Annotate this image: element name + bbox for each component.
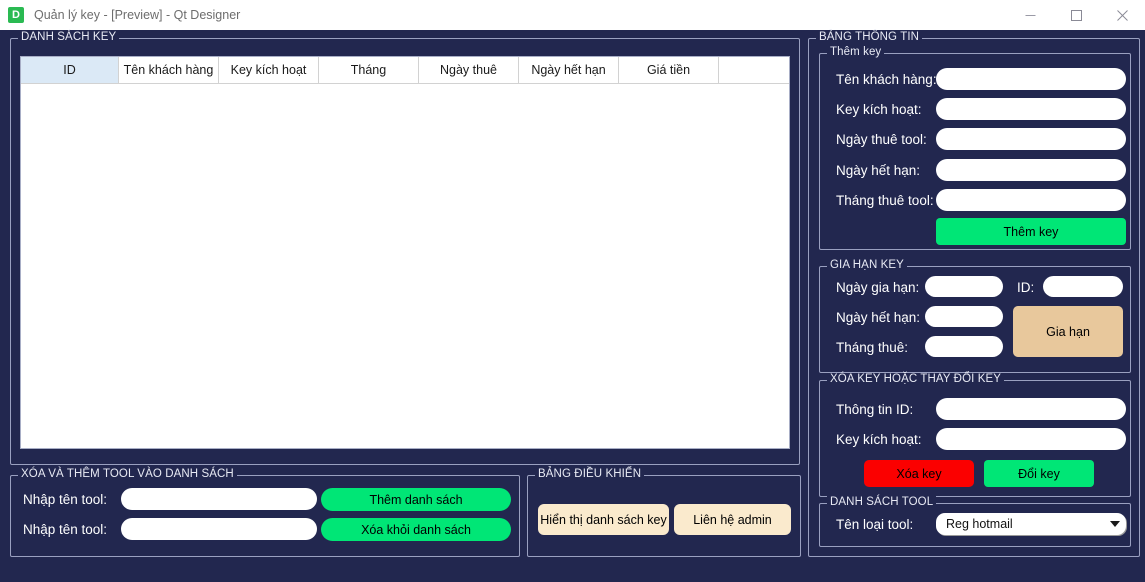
change-key-button[interactable]: Đổi key xyxy=(984,460,1094,487)
remove-tool-input[interactable] xyxy=(121,518,317,540)
table-header-row: ID Tên khách hàng Key kích hoạt Tháng Ng… xyxy=(21,57,789,84)
tool-type-legend: DANH SÁCH TOOL xyxy=(827,496,937,508)
show-key-list-button[interactable]: Hiển thị danh sách key xyxy=(538,504,669,535)
close-button[interactable] xyxy=(1099,0,1145,30)
table-header-rent-date[interactable]: Ngày thuê xyxy=(419,57,519,83)
rent-months-label: Tháng thuê tool: xyxy=(836,193,934,208)
renew-key-legend: GIA HẠN KEY xyxy=(827,259,907,271)
control-panel-group: BẢNG ĐIỀU KHIỂN Hiển thị danh sách key L… xyxy=(527,468,801,557)
delete-change-key-legend: XÓA KEY HOẶC THAY ĐỔI KEY xyxy=(827,373,1005,385)
renew-months-input[interactable] xyxy=(925,336,1003,357)
window-title: Quản lý key - [Preview] - Qt Designer xyxy=(34,8,241,22)
info-panel-group: BẢNG THÔNG TIN Thêm key Tên khách hàng: … xyxy=(808,31,1140,557)
change-activation-key-input[interactable] xyxy=(936,428,1126,450)
table-header-month[interactable]: Tháng xyxy=(319,57,419,83)
add-tool-input[interactable] xyxy=(121,488,317,510)
add-tool-label: Nhập tên tool: xyxy=(23,492,108,507)
rent-date-input[interactable] xyxy=(936,128,1126,150)
customer-name-label: Tên khách hàng: xyxy=(836,72,937,87)
window-controls xyxy=(1007,0,1145,30)
renew-expiry-date-input[interactable] xyxy=(925,306,1003,327)
table-body[interactable] xyxy=(21,84,789,448)
add-key-button[interactable]: Thêm key xyxy=(936,218,1126,245)
contact-admin-button[interactable]: Liên hệ admin xyxy=(674,504,791,535)
table-header-spacer[interactable] xyxy=(719,57,789,83)
delete-key-button[interactable]: Xóa key xyxy=(864,460,974,487)
renew-date-input[interactable] xyxy=(925,276,1003,297)
customer-name-input[interactable] xyxy=(936,68,1126,90)
renew-key-group: GIA HẠN KEY Ngày gia hạn: ID: Ngày hết h… xyxy=(819,259,1131,373)
key-list-legend: DANH SÁCH KEY xyxy=(18,31,120,43)
minimize-button[interactable] xyxy=(1007,0,1053,30)
activation-key-input[interactable] xyxy=(936,98,1126,120)
key-list-table[interactable]: ID Tên khách hàng Key kích hoạt Tháng Ng… xyxy=(20,56,790,449)
tool-type-select[interactable]: Reg hotmail xyxy=(936,513,1126,535)
add-to-list-button[interactable]: Thêm danh sách xyxy=(321,488,511,511)
change-activation-key-label: Key kích hoạt: xyxy=(836,432,922,447)
table-header-expiry-date[interactable]: Ngày hết hạn xyxy=(519,57,619,83)
tool-list-group: XÓA VÀ THÊM TOOL VÀO DANH SÁCH Nhập tên … xyxy=(10,468,520,557)
key-list-group: DANH SÁCH KEY ID Tên khách hàng Key kích… xyxy=(10,31,800,465)
qt-designer-icon: D xyxy=(8,7,24,23)
info-id-input[interactable] xyxy=(936,398,1126,420)
renew-key-button[interactable]: Gia hạn xyxy=(1013,306,1123,357)
table-header-customer[interactable]: Tên khách hàng xyxy=(119,57,219,83)
rent-months-input[interactable] xyxy=(936,189,1126,211)
expiry-date-label: Ngày hết hạn: xyxy=(836,163,921,178)
tool-list-legend: XÓA VÀ THÊM TOOL VÀO DANH SÁCH xyxy=(18,468,237,480)
tool-type-selected-value: Reg hotmail xyxy=(946,517,1013,531)
table-header-key[interactable]: Key kích hoạt xyxy=(219,57,319,83)
app-window: D Quản lý key - [Preview] - Qt Designer … xyxy=(0,0,1145,582)
rent-date-label: Ngày thuê tool: xyxy=(836,132,927,147)
maximize-button[interactable] xyxy=(1053,0,1099,30)
info-panel-legend: BẢNG THÔNG TIN xyxy=(816,31,923,43)
renew-date-label: Ngày gia hạn: xyxy=(836,280,920,295)
tool-type-label: Tên loại tool: xyxy=(836,517,914,532)
tool-type-group: DANH SÁCH TOOL Tên loại tool: Reg hotmai… xyxy=(819,496,1131,547)
add-key-group: Thêm key Tên khách hàng: Key kích hoạt: … xyxy=(819,46,1131,250)
renew-id-label: ID: xyxy=(1017,280,1035,295)
remove-tool-label: Nhập tên tool: xyxy=(23,522,108,537)
renew-id-input[interactable] xyxy=(1043,276,1123,297)
renew-months-label: Tháng thuê: xyxy=(836,340,909,355)
delete-change-key-group: XÓA KEY HOẶC THAY ĐỔI KEY Thông tin ID: … xyxy=(819,373,1131,497)
table-header-price[interactable]: Giá tiền xyxy=(619,57,719,83)
control-panel-legend: BẢNG ĐIỀU KHIỂN xyxy=(535,468,645,480)
expiry-date-input[interactable] xyxy=(936,159,1126,181)
table-header-id[interactable]: ID xyxy=(21,57,119,83)
info-id-label: Thông tin ID: xyxy=(836,402,914,417)
remove-from-list-button[interactable]: Xóa khỏi danh sách xyxy=(321,518,511,541)
renew-expiry-date-label: Ngày hết hạn: xyxy=(836,310,921,325)
add-key-legend: Thêm key xyxy=(827,46,885,58)
chevron-down-icon xyxy=(1104,520,1126,528)
activation-key-label: Key kích hoạt: xyxy=(836,102,922,117)
title-bar: D Quản lý key - [Preview] - Qt Designer xyxy=(0,0,1145,30)
